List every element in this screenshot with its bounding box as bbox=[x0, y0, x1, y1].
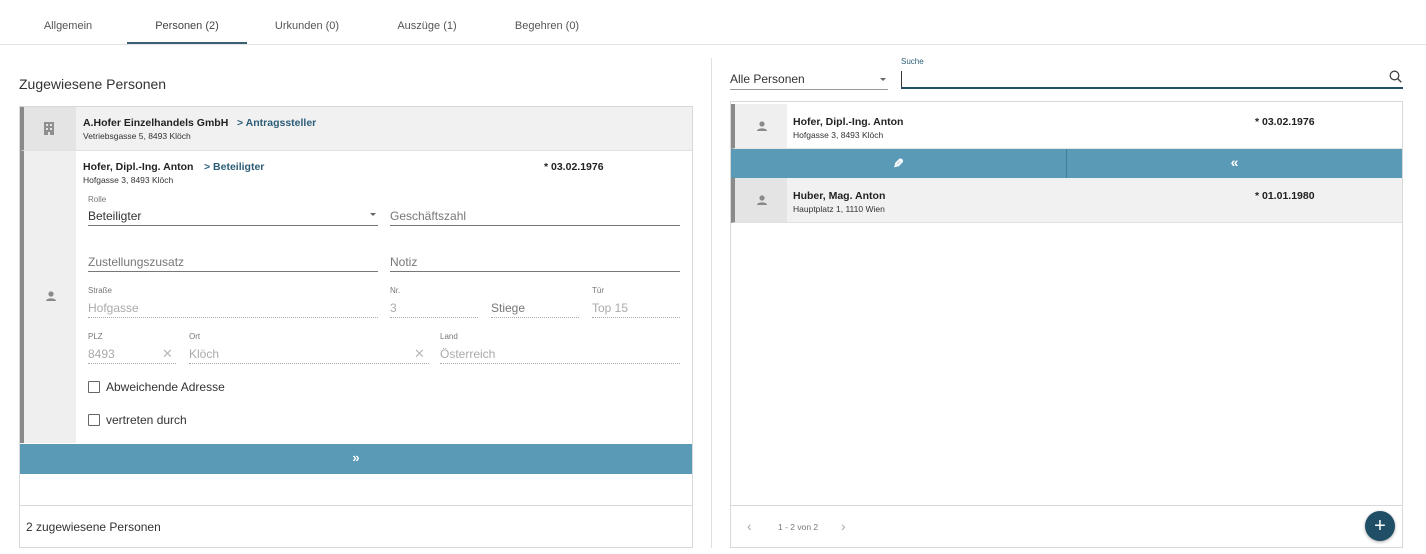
assigned-person-row[interactable]: A.Hofer Einzelhandels GmbH > Antragsstel… bbox=[20, 107, 692, 151]
add-person-button[interactable]: + bbox=[1365, 511, 1395, 541]
tab-auszuege[interactable]: Auszüge (1) bbox=[367, 0, 487, 44]
nr-label: Nr. bbox=[390, 286, 401, 295]
person-name: Huber, Mag. Anton bbox=[793, 190, 886, 202]
vertreten-durch-checkbox[interactable] bbox=[88, 414, 100, 426]
plz-field: 8493 bbox=[88, 347, 115, 361]
ort-field: Klöch bbox=[189, 347, 220, 361]
tuer-label: Tür bbox=[592, 286, 604, 295]
birth-date: * 03.02.1976 bbox=[1255, 116, 1315, 128]
filter-value: Alle Personen bbox=[730, 72, 805, 86]
search-icon[interactable] bbox=[1389, 70, 1402, 83]
move-left-button[interactable]: « bbox=[1067, 149, 1402, 178]
strasse-label: Straße bbox=[88, 286, 113, 295]
result-row[interactable]: Huber, Mag. Anton Hauptplatz 1, 1110 Wie… bbox=[731, 178, 1402, 223]
nr-field: 3 bbox=[390, 301, 397, 315]
person-filter-select[interactable]: Alle Personen bbox=[730, 70, 888, 90]
double-chevron-left-icon: « bbox=[1230, 154, 1239, 170]
person-icon bbox=[46, 291, 56, 301]
person-icon bbox=[757, 195, 767, 205]
chevron-down-icon bbox=[370, 213, 376, 216]
tab-bar: Allgemein Personen (2) Urkunden (0) Ausz… bbox=[0, 0, 1426, 45]
tuer-field: Top 15 bbox=[592, 301, 629, 315]
notiz-field[interactable]: Notiz bbox=[390, 255, 417, 269]
person-icon bbox=[757, 121, 767, 131]
assigned-persons-title: Zugewiesene Personen bbox=[19, 76, 167, 92]
pagination-range: 1 - 2 von 2 bbox=[778, 522, 819, 532]
person-name: A.Hofer Einzelhandels GmbH bbox=[83, 117, 229, 129]
edit-button[interactable]: ✎ bbox=[731, 149, 1066, 178]
birth-date: * 01.01.1980 bbox=[1255, 190, 1315, 202]
land-label: Land bbox=[440, 332, 458, 341]
plz-label: PLZ bbox=[88, 332, 103, 341]
chevron-left-icon[interactable]: ‹ bbox=[747, 518, 752, 534]
search-label: Suche bbox=[901, 57, 924, 66]
strasse-field: Hofgasse bbox=[88, 301, 139, 315]
panel-divider bbox=[711, 58, 712, 548]
vertreten-durch-label: vertreten durch bbox=[106, 413, 187, 427]
ort-label: Ort bbox=[189, 332, 201, 341]
assigned-count: 2 zugewiesene Personen bbox=[26, 520, 161, 534]
tab-begehren[interactable]: Begehren (0) bbox=[487, 0, 607, 44]
move-right-button[interactable]: » bbox=[20, 444, 692, 474]
rolle-label: Rolle bbox=[88, 195, 107, 204]
chevron-down-icon bbox=[880, 78, 886, 81]
row-icon-cell bbox=[24, 151, 76, 443]
rolle-value: Beteiligter bbox=[88, 209, 142, 223]
tab-allgemein[interactable]: Allgemein bbox=[8, 0, 128, 44]
tab-personen[interactable]: Personen (2) bbox=[127, 0, 247, 44]
chevron-right-icon[interactable]: › bbox=[841, 518, 846, 534]
search-input[interactable] bbox=[901, 71, 1381, 87]
building-icon bbox=[44, 122, 54, 135]
person-name: Hofer, Dipl.-Ing. Anton bbox=[793, 116, 904, 128]
person-address: Hauptplatz 1, 1110 Wien bbox=[793, 204, 885, 214]
person-address: Hofgasse 3, 8493 Klöch bbox=[793, 130, 884, 140]
row-icon-cell bbox=[24, 107, 76, 150]
tab-urkunden[interactable]: Urkunden (0) bbox=[247, 0, 367, 44]
birth-date: * 03.02.1976 bbox=[544, 161, 604, 173]
pencil-icon: ✎ bbox=[893, 156, 904, 171]
double-chevron-right-icon: » bbox=[352, 450, 360, 465]
role-link-antragssteller[interactable]: > Antragssteller bbox=[237, 117, 316, 129]
result-row[interactable]: Hofer, Dipl.-Ing. Anton Hofgasse 3, 8493… bbox=[731, 104, 1402, 149]
abweichende-adresse-label: Abweichende Adresse bbox=[106, 380, 225, 394]
active-tab-indicator bbox=[127, 42, 247, 44]
clear-icon[interactable]: ✕ bbox=[414, 346, 425, 362]
geschaeftszahl-field[interactable]: Geschäftszahl bbox=[390, 209, 466, 223]
search-results-panel: Hofer, Dipl.-Ing. Anton Hofgasse 3, 8493… bbox=[730, 101, 1403, 548]
person-address: Hofgasse 3, 8493 Klöch bbox=[83, 175, 174, 185]
land-field: Österreich bbox=[440, 347, 496, 361]
assigned-person-row-expanded: Hofer, Dipl.-Ing. Anton > Beteiligter * … bbox=[20, 151, 692, 443]
stiege-field[interactable]: Stiege bbox=[491, 301, 525, 315]
person-address: Vetriebsgasse 5, 8493 Klöch bbox=[83, 131, 191, 141]
plus-icon: + bbox=[1374, 515, 1386, 537]
abweichende-adresse-checkbox[interactable] bbox=[88, 381, 100, 393]
role-link-beteiligter[interactable]: > Beteiligter bbox=[204, 161, 264, 173]
person-name: Hofer, Dipl.-Ing. Anton bbox=[83, 161, 194, 173]
clear-icon[interactable]: ✕ bbox=[162, 346, 173, 362]
rolle-select[interactable]: Beteiligter bbox=[88, 207, 378, 227]
zustellungszusatz-field[interactable]: Zustellungszusatz bbox=[88, 255, 184, 269]
assigned-persons-panel: A.Hofer Einzelhandels GmbH > Antragsstel… bbox=[19, 106, 693, 548]
